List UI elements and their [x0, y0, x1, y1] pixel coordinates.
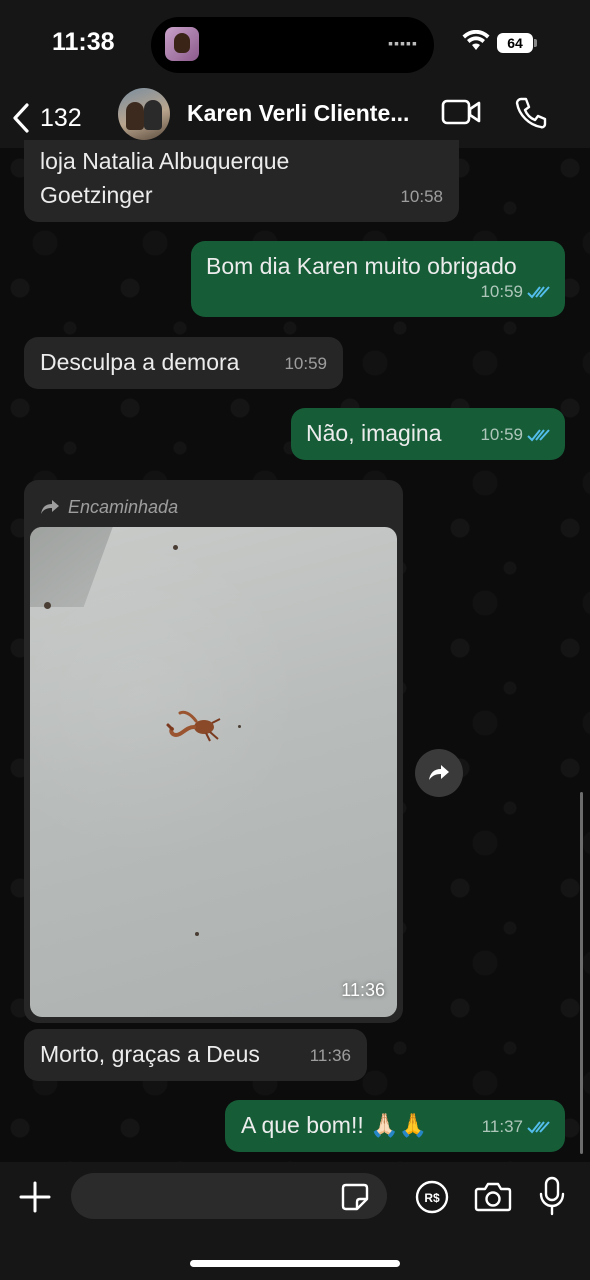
- message-time: 11:36: [341, 980, 385, 1000]
- message-text-line: loja Natalia Albuquerque: [40, 148, 290, 174]
- forwarded-label: Encaminhada: [40, 490, 178, 524]
- message-text: Bom dia Karen muito obrigado: [206, 253, 517, 279]
- message-text: A que bom!! 🙏🏻🙏: [241, 1112, 428, 1138]
- microphone-icon[interactable]: [538, 1176, 566, 1216]
- home-indicator[interactable]: [190, 1260, 400, 1267]
- message-text: Não, imagina: [306, 420, 442, 446]
- video-call-icon[interactable]: [441, 98, 481, 126]
- message-text: Morto, graças a Deus: [40, 1041, 260, 1067]
- message-bubble[interactable]: loja Natalia Albuquerque Goetzinger 10:5…: [24, 140, 459, 222]
- plus-icon[interactable]: [18, 1180, 52, 1214]
- read-ticks-icon: [527, 286, 550, 299]
- unread-count: 132: [40, 103, 82, 132]
- share-button[interactable]: [415, 749, 463, 797]
- dynamic-island[interactable]: ▪▪▪▪▪: [151, 17, 434, 73]
- caller-avatar: [165, 27, 199, 61]
- scorpion-icon: [166, 710, 221, 742]
- message-bubble[interactable]: Desculpa a demora 10:59: [24, 337, 343, 389]
- status-time: 11:38: [52, 28, 115, 56]
- read-ticks-icon: [527, 429, 550, 442]
- status-bar: 11:38 ▪▪▪▪▪ 64: [0, 0, 590, 88]
- share-icon: [429, 765, 449, 780]
- audio-wave-icon: ▪▪▪▪▪: [388, 35, 418, 51]
- message-bubble[interactable]: Não, imagina 10:59: [291, 408, 565, 460]
- wifi-icon: [462, 30, 490, 50]
- pay-icon[interactable]: R$: [415, 1180, 449, 1214]
- back-button[interactable]: 132: [12, 96, 82, 140]
- contact-avatar[interactable]: [118, 88, 170, 140]
- svg-text:R$: R$: [424, 1191, 440, 1205]
- message-time: 10:59: [480, 418, 551, 452]
- chat-scrollbar[interactable]: [580, 792, 583, 1154]
- chevron-left-icon: [13, 103, 29, 133]
- message-text: Desculpa a demora: [40, 349, 240, 375]
- message-bubble[interactable]: Morto, graças a Deus 11:36: [24, 1029, 367, 1081]
- message-bubble[interactable]: Bom dia Karen muito obrigado 10:59: [191, 241, 565, 317]
- shared-photo[interactable]: 11:36: [30, 527, 397, 1017]
- chat-title[interactable]: Karen Verli Cliente...: [187, 100, 427, 127]
- battery-icon: 64: [497, 33, 537, 53]
- message-text-line: Goetzinger: [40, 182, 153, 208]
- chat-header: 132 Karen Verli Cliente...: [0, 88, 590, 148]
- forward-arrow-icon: [41, 500, 59, 514]
- message-bubble[interactable]: A que bom!! 🙏🏻🙏 11:37: [225, 1100, 565, 1152]
- message-time: 11:37: [482, 1110, 551, 1144]
- message-time: 10:59: [284, 354, 327, 373]
- phone-icon[interactable]: [514, 96, 548, 130]
- message-time: 10:58: [400, 187, 443, 206]
- message-time: 10:59: [480, 275, 551, 309]
- forwarded-image-message[interactable]: Encaminhada 11:36: [24, 480, 403, 1023]
- sticker-icon[interactable]: [340, 1182, 370, 1212]
- read-ticks-icon: [527, 1121, 550, 1134]
- camera-icon[interactable]: [474, 1181, 512, 1213]
- message-time: 11:36: [309, 1046, 351, 1065]
